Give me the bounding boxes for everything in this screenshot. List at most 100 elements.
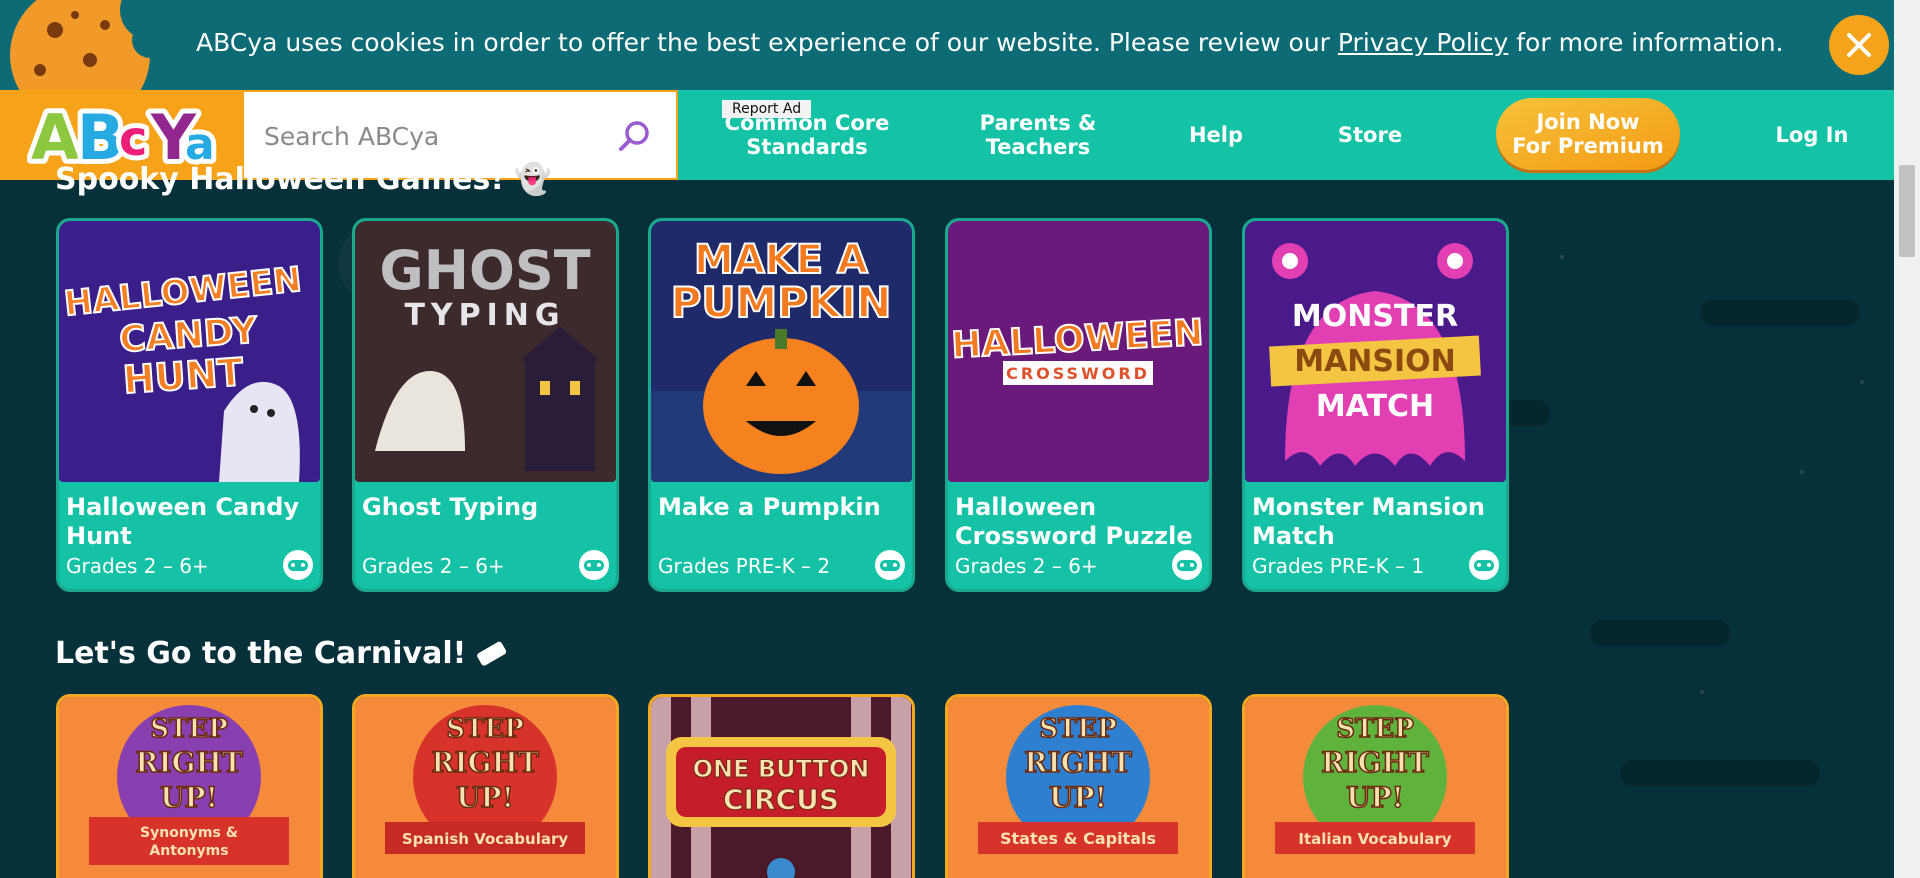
ghost-icon: 👻: [514, 162, 552, 197]
close-cookie-button[interactable]: [1829, 15, 1889, 75]
background-decoration: [1860, 380, 1864, 384]
nav-log-in[interactable]: Log In: [1760, 90, 1864, 180]
join-line1: Join Now: [1536, 110, 1640, 134]
gamepad-icon: [1172, 550, 1202, 580]
background-decoration: [1800, 470, 1804, 474]
gamepad-icon: [875, 550, 905, 580]
ticket-icon: [477, 641, 507, 666]
carnival-title-text: Let's Go to the Carnival!: [55, 636, 467, 671]
page-scrollbar[interactable]: [1894, 0, 1920, 878]
game-title: Ghost Typing: [362, 493, 539, 521]
game-card[interactable]: STEP RIGHT UP! States & Capitals: [945, 694, 1212, 878]
thumb-line: HUNT: [122, 350, 245, 402]
thumb-line: UP!: [1049, 781, 1107, 814]
nav-common-core-line2: Standards: [746, 135, 868, 159]
game-thumbnail: HALLOWEEN CANDY HUNT: [59, 221, 320, 482]
game-card[interactable]: MAKE A PUMPKIN Make a Pumpkin Grades PRE…: [648, 218, 915, 592]
nav-help[interactable]: Help: [1170, 90, 1262, 180]
game-thumbnail: STEP RIGHT UP! Italian Vocabulary: [1245, 697, 1506, 878]
scrollbar-thumb[interactable]: [1899, 165, 1915, 257]
section-title-halloween: Spooky Halloween Games! 👻: [55, 162, 551, 197]
abcya-logo-mark: A B c Y a: [27, 99, 217, 171]
thumb-line: MAKE A: [694, 237, 868, 283]
thumb-line: MATCH: [1316, 389, 1434, 424]
nav-parents-line1: Parents &: [979, 111, 1097, 135]
thumb-line: UP!: [160, 781, 218, 814]
cookie-message-text: ABCya uses cookies in order to offer the…: [196, 28, 1338, 57]
join-premium-button[interactable]: Join Now For Premium: [1496, 98, 1680, 170]
thumb-line: ONE BUTTON: [693, 755, 870, 783]
thumb-line: RIGHT: [431, 746, 539, 779]
cookie-message-text-end: for more information.: [1508, 28, 1784, 57]
background-decoration: [1560, 255, 1564, 259]
game-card[interactable]: STEP RIGHT UP! Synonyms & Antonyms: [56, 694, 323, 878]
thumb-line: CIRCUS: [723, 783, 839, 816]
thumb-line: Synonyms &: [140, 825, 238, 841]
game-card[interactable]: ONE BUTTON CIRCUS: [648, 694, 915, 878]
thumb-line: PUMPKIN: [671, 278, 892, 327]
game-grades: Grades 2 – 6+: [66, 554, 209, 578]
nav-parents-line2: Teachers: [985, 135, 1091, 159]
thumb-line: STEP: [1039, 714, 1117, 744]
background-decoration: [1590, 620, 1730, 646]
game-title: Make a Pumpkin: [658, 493, 881, 521]
game-card[interactable]: HALLOWEEN CANDY HUNT Halloween Candy Hun…: [56, 218, 323, 592]
gamepad-icon: [579, 550, 609, 580]
game-thumbnail: HALLOWEEN CROSSWORD: [948, 221, 1209, 482]
thumb-line: CROSSWORD: [1006, 364, 1150, 383]
thumb-line: States & Capitals: [1000, 829, 1156, 848]
thumb-line: MANSION: [1294, 344, 1456, 379]
game-title: Halloween Candy Hunt: [66, 493, 300, 550]
game-grades: Grades PRE-K – 2: [658, 554, 831, 578]
svg-text:c: c: [119, 111, 147, 167]
game-thumbnail: STEP RIGHT UP! States & Capitals: [948, 697, 1209, 878]
thumb-line: MONSTER: [1292, 299, 1458, 334]
cookie-icon: [0, 0, 160, 90]
background-decoration: [1620, 760, 1820, 786]
privacy-policy-link[interactable]: Privacy Policy: [1338, 28, 1508, 57]
thumb-line: Antonyms: [149, 843, 228, 859]
nav-store[interactable]: Store: [1320, 90, 1420, 180]
game-thumbnail: ONE BUTTON CIRCUS: [651, 697, 912, 878]
game-title: Monster Mansion Match: [1252, 493, 1485, 550]
thumb-line: UP!: [456, 781, 514, 814]
background-decoration: [1700, 300, 1860, 326]
thumb-line: RIGHT: [1321, 746, 1429, 779]
game-thumbnail: STEP RIGHT UP! Spanish Vocabulary: [355, 697, 616, 878]
game-thumbnail: STEP RIGHT UP! Synonyms & Antonyms: [59, 697, 320, 878]
game-thumbnail: MONSTER MANSION MATCH: [1245, 221, 1506, 482]
thumb-line: RIGHT: [1024, 746, 1132, 779]
svg-text:A: A: [31, 101, 79, 171]
game-grades: Grades 2 – 6+: [362, 554, 505, 578]
section-title-carnival: Let's Go to the Carnival!: [55, 636, 510, 671]
join-line2: For Premium: [1512, 134, 1664, 158]
search-icon: [619, 121, 649, 151]
thumb-line: STEP: [446, 714, 524, 744]
game-grades: Grades PRE-K – 1: [1252, 554, 1425, 578]
thumb-line: STEP: [1336, 714, 1414, 744]
thumb-line: Spanish Vocabulary: [402, 830, 568, 848]
game-grades: Grades 2 – 6+: [955, 554, 1098, 578]
background-decoration: [1700, 690, 1704, 694]
thumb-line: RIGHT: [135, 746, 243, 779]
game-thumbnail: GHOST TYPING: [355, 221, 616, 482]
game-card[interactable]: MONSTER MANSION MATCH Monster Mansion Ma…: [1242, 218, 1509, 592]
thumb-line: GHOST: [379, 239, 590, 302]
gamepad-icon: [1469, 550, 1499, 580]
join-premium-label: Join Now For Premium: [1512, 110, 1664, 158]
nav-parents-teachers[interactable]: Parents & Teachers: [960, 90, 1116, 180]
search-button[interactable]: [614, 117, 654, 157]
thumb-line: STEP: [150, 714, 228, 744]
search-input[interactable]: [264, 114, 604, 158]
game-card[interactable]: GHOST TYPING Ghost Typing Grades 2 – 6+: [352, 218, 619, 592]
game-card[interactable]: HALLOWEEN CROSSWORD Halloween Crossword …: [945, 218, 1212, 592]
game-card[interactable]: STEP RIGHT UP! Italian Vocabulary: [1242, 694, 1509, 878]
close-icon: [1847, 33, 1871, 57]
game-thumbnail: MAKE A PUMPKIN: [651, 221, 912, 482]
report-ad-button[interactable]: Report Ad: [722, 100, 812, 118]
thumb-line: Italian Vocabulary: [1298, 830, 1451, 848]
game-card[interactable]: STEP RIGHT UP! Spanish Vocabulary: [352, 694, 619, 878]
halloween-title-text: Spooky Halloween Games!: [55, 162, 505, 197]
game-title: Halloween Crossword Puzzle: [955, 493, 1193, 550]
gamepad-icon: [283, 550, 313, 580]
